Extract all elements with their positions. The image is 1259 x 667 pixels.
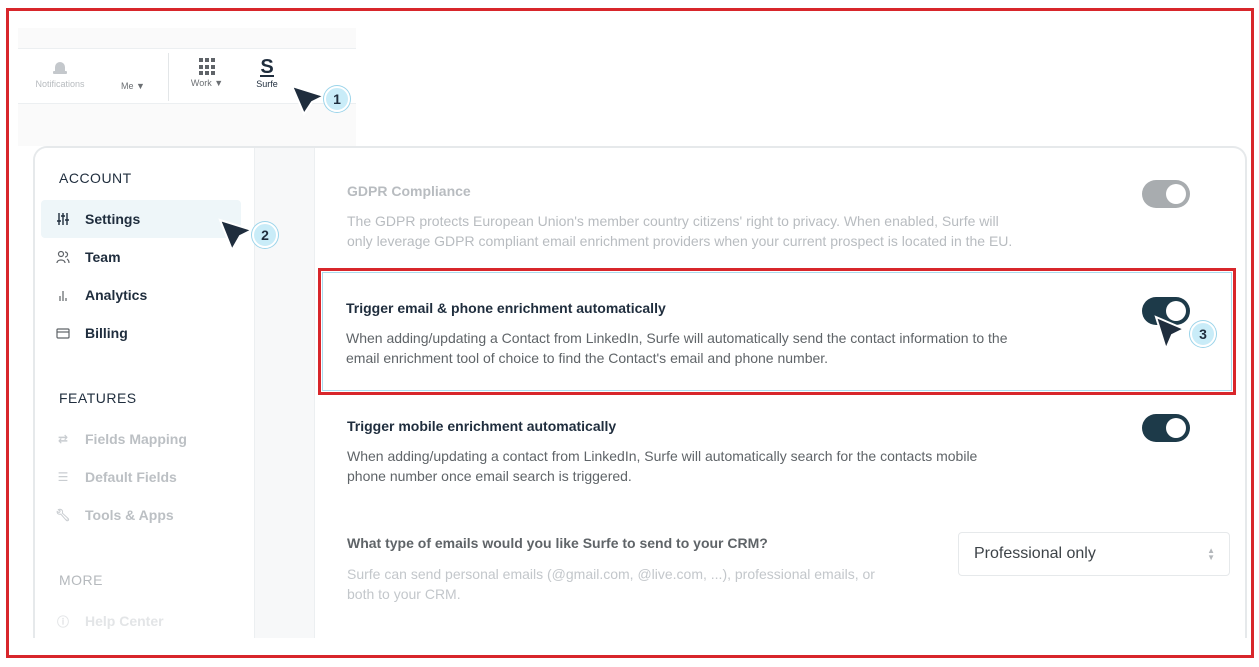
email-phone-enrichment-desc-line1: When adding/updating a Contact from Link… [346,330,1008,346]
nav-surfe[interactable]: S Surfe [242,57,292,89]
callout-badge-3: 3 [1190,321,1216,347]
email-type-title: What type of emails would you like Surfe… [347,535,768,551]
email-type-selected-value: Professional only [974,545,1096,562]
nav-work[interactable]: Work ▼ [184,57,230,88]
sidebar-item-settings[interactable]: Settings [41,200,241,238]
email-phone-enrichment-setting: Trigger email & phone enrichment automat… [322,272,1232,391]
select-caret-icon: ▲ ▼ [1207,546,1215,562]
bell-icon [52,61,68,77]
gdpr-toggle[interactable] [1142,180,1190,208]
mobile-enrichment-title: Trigger mobile enrichment automatically [347,418,617,434]
sidebar-section-account: ACCOUNT [59,170,132,186]
sidebar-item-team[interactable]: Team [41,238,241,276]
sidebar-item-label: Default Fields [85,469,177,485]
nav-work-label: Work ▼ [190,78,224,88]
sliders-icon [55,211,71,227]
callout-badge-1: 1 [324,86,350,112]
email-type-desc-line2: both to your CRM. [347,586,461,602]
sidebar-item-label: Tools & Apps [85,507,174,523]
mobile-enrichment-desc-line2: phone number once email search is trigge… [347,468,632,484]
sidebar-item-label: Billing [85,325,128,341]
help-icon: ⓘ [56,614,69,629]
sidebar-item-label: Team [85,249,121,265]
sidebar-item-label: Analytics [85,287,148,303]
gdpr-desc-line1: The GDPR protects European Union's membe… [347,213,999,229]
email-type-select[interactable]: Professional only ▲ ▼ [958,532,1230,576]
surfe-logo-icon: S [260,56,274,78]
card-icon [55,325,71,341]
sidebar-section-more: MORE [59,572,103,588]
nav-me-label: Me ▼ [121,81,145,91]
sidebar-item-label: Fields Mapping [85,431,187,447]
email-type-desc-line1: Surfe can send personal emails (@gmail.c… [347,566,875,582]
toggle-knob [1166,418,1186,438]
email-phone-enrichment-title: Trigger email & phone enrichment automat… [346,300,666,316]
sidebar-item-label: Help Center [85,613,164,629]
sidebar-item-analytics[interactable]: Analytics [41,276,241,314]
list-icon: ☰ [57,470,69,484]
sidebar-item-help-center[interactable]: ⓘ Help Center [41,602,241,638]
users-icon [55,249,71,265]
mobile-enrichment-desc-line1: When adding/updating a contact from Link… [347,448,978,464]
nav-surfe-label: Surfe [256,79,278,89]
sidebar-section-features: FEATURES [59,390,137,406]
nav-notifications-label: Notifications [35,79,85,89]
callout-badge-2: 2 [252,222,278,248]
nav-divider [168,53,169,101]
wrench-icon: 🔧︎ [55,508,71,522]
mobile-enrichment-toggle[interactable] [1142,414,1190,442]
bar-chart-icon [55,287,71,303]
sidebar-item-label: Settings [85,211,141,227]
sidebar-item-default-fields[interactable]: ☰ Default Fields [41,458,241,496]
gdpr-desc-line2: only leverage GDPR compliant email enric… [347,233,1013,249]
sidebar-item-billing[interactable]: Billing [41,314,241,352]
sidebar-item-fields-mapping[interactable]: ⇄ Fields Mapping [41,420,241,458]
nav-notifications[interactable]: Notifications [30,57,90,89]
swap-icon: ⇄ [57,432,69,446]
gdpr-title: GDPR Compliance [347,183,471,199]
nav-me[interactable]: Me ▼ [110,57,156,91]
toggle-knob [1166,184,1186,204]
sidebar-item-tools-apps[interactable]: 🔧︎ Tools & Apps [41,496,241,534]
apps-grid-icon [198,58,216,76]
email-phone-enrichment-desc-line2: email enrichment tool of choice to find … [346,350,829,366]
